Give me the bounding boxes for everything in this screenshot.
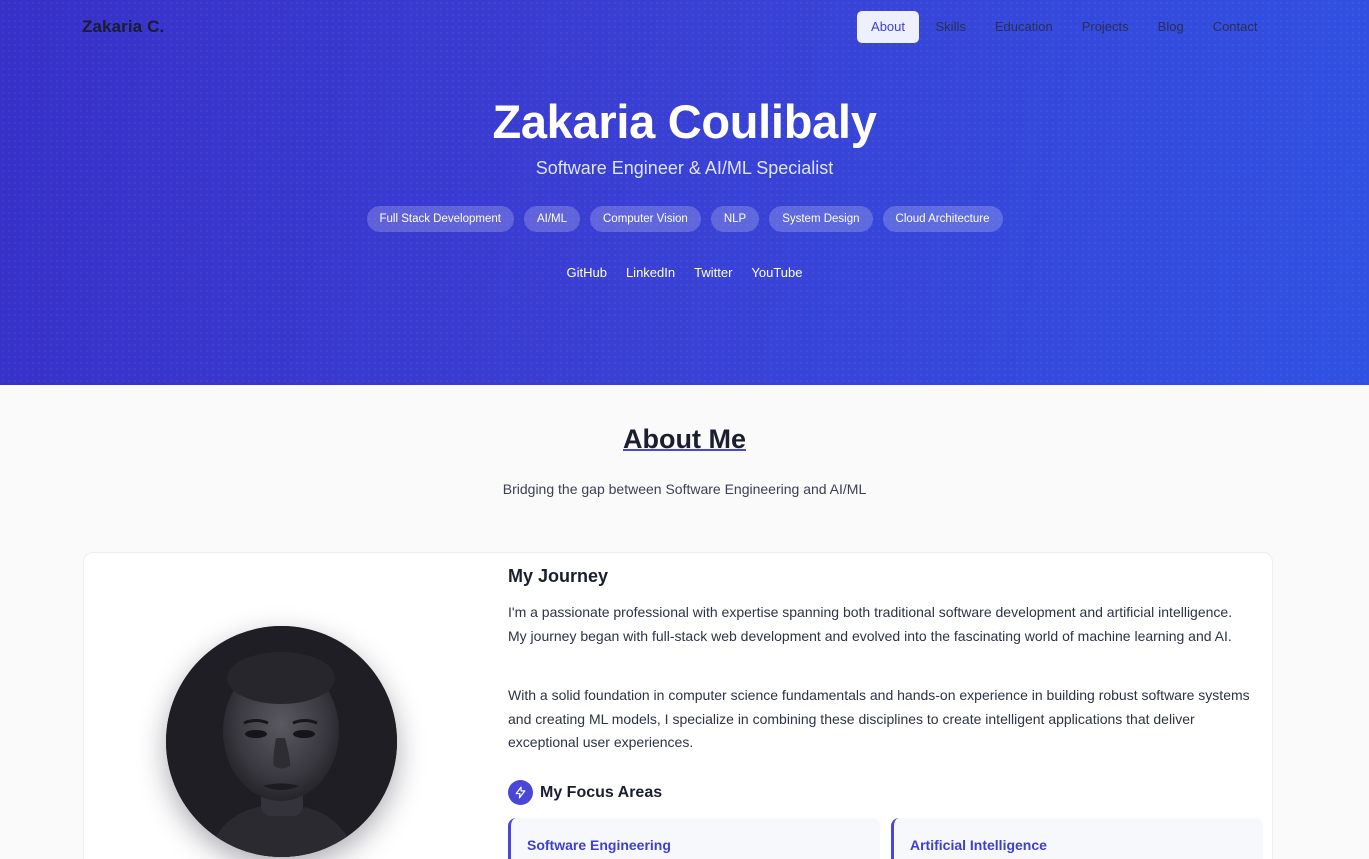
focus-card-title: Artificial Intelligence <box>910 837 1047 853</box>
tag-nlp: NLP <box>710 206 760 232</box>
focus-card-title: Software Engineering <box>527 837 671 853</box>
tag-ai-ml: AI/ML <box>523 206 580 232</box>
tag-computer-vision: Computer Vision <box>590 206 701 232</box>
hero-name: Zakaria Coulibaly <box>492 95 877 148</box>
about-heading-wrap: About Me <box>0 424 1369 455</box>
focus-card-artificial-intelligence: Artificial Intelligence <box>891 818 1263 859</box>
about-heading: About Me <box>623 424 746 454</box>
github-link[interactable]: GitHub <box>566 265 606 280</box>
tag-cloud-architecture: Cloud Architecture <box>882 206 1003 232</box>
linkedin-link[interactable]: LinkedIn <box>626 265 675 280</box>
youtube-link[interactable]: YouTube <box>751 265 802 280</box>
brand-logo[interactable]: Zakaria C. <box>82 17 164 37</box>
journey-paragraph-1: I'm a passionate professional with exper… <box>508 604 1233 644</box>
about-subtitle: Bridging the gap between Software Engine… <box>502 481 867 497</box>
main-nav: About Skills Education Projects Blog Con… <box>857 11 1272 43</box>
nav-blog[interactable]: Blog <box>1143 11 1198 43</box>
skill-tags: Full Stack Development AI/ML Computer Vi… <box>0 206 1369 232</box>
social-links: GitHub LinkedIn Twitter YouTube <box>0 265 1369 280</box>
focus-card-software-engineering: Software Engineering <box>508 818 880 859</box>
profile-photo-icon <box>166 626 397 857</box>
journey-paragraph-2: With a solid foundation in computer scie… <box>508 687 1250 750</box>
hero-section: Zakaria C. About Skills Education Projec… <box>0 0 1369 385</box>
nav-contact[interactable]: Contact <box>1198 11 1272 43</box>
focus-areas-title: My Focus Areas <box>540 783 663 801</box>
twitter-link[interactable]: Twitter <box>694 265 732 280</box>
nav-about[interactable]: About <box>857 11 920 43</box>
nav-education[interactable]: Education <box>980 11 1067 43</box>
tag-full-stack: Full Stack Development <box>366 206 514 232</box>
tag-system-design: System Design <box>769 206 873 232</box>
focus-areas-heading: My Focus Areas <box>508 780 662 805</box>
hero-subtitle: Software Engineer & AI/ML Specialist <box>535 158 834 178</box>
profile-photo <box>166 626 397 857</box>
nav-projects[interactable]: Projects <box>1067 11 1143 43</box>
journey-title: My Journey <box>508 566 609 586</box>
nav-skills[interactable]: Skills <box>921 11 980 43</box>
lightning-icon <box>508 780 533 805</box>
